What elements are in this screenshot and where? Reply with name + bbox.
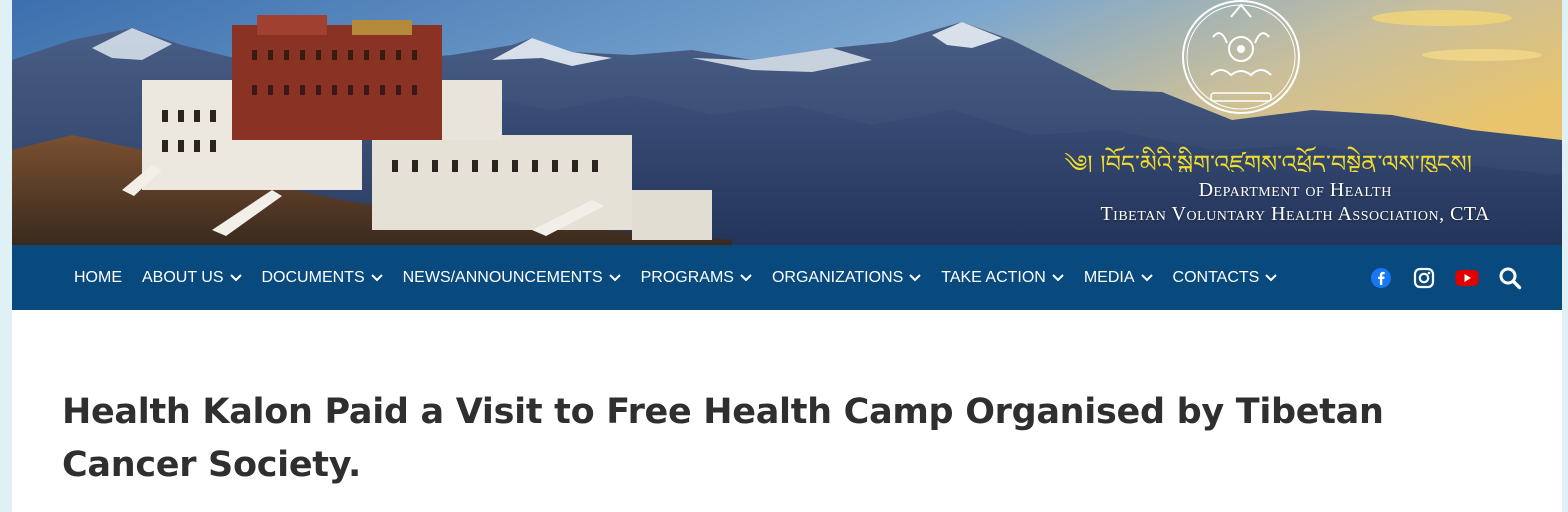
facebook-link[interactable] — [1369, 266, 1393, 290]
organization-line-1: Department of Health — [1198, 179, 1392, 201]
instagram-link[interactable] — [1412, 266, 1436, 290]
youtube-link[interactable] — [1455, 266, 1479, 290]
nav-item-label: ORGANIZATIONS — [771, 268, 904, 286]
chevron-down-icon — [1052, 273, 1064, 281]
nav-item-label: TAKE ACTION — [941, 268, 1046, 286]
nav-item-take-action[interactable]: TAKE ACTION — [941, 258, 1064, 298]
tibetan-department-name: ༄། །བོད་མིའི་སྒྲིག་འཛུགས་འཕྲོད་བསྟེན་ལས་… — [1064, 150, 1472, 172]
chevron-down-icon — [740, 273, 752, 281]
chevron-down-icon — [1140, 273, 1153, 281]
nav-menu: HOME ABOUT US DOCUMENTS NEWS/ANNOUNCEMEN… — [74, 258, 1297, 298]
chevron-down-icon — [608, 273, 621, 281]
youtube-icon — [1455, 269, 1479, 286]
facebook-icon — [1371, 267, 1391, 288]
nav-item-label: MEDIA — [1083, 268, 1135, 286]
chevron-down-icon — [909, 273, 921, 281]
search-button[interactable] — [1498, 266, 1522, 290]
nav-item-documents[interactable]: DOCUMENTS — [262, 258, 383, 298]
nav-item-contacts[interactable]: CONTACTS — [1173, 258, 1278, 298]
nav-item-news-announcements[interactable]: NEWS/ANNOUNCEMENTS — [403, 258, 621, 298]
main-navigation: HOME ABOUT US DOCUMENTS NEWS/ANNOUNCEMEN… — [12, 245, 1562, 310]
nav-item-programs[interactable]: PROGRAMS — [641, 258, 752, 298]
chevron-down-icon — [229, 273, 242, 281]
nav-item-label: CONTACTS — [1172, 268, 1260, 286]
nav-item-label: DOCUMENTS — [261, 268, 365, 286]
chevron-down-icon — [1265, 273, 1278, 281]
organization-line-2: Tibetan Voluntary Health Association, CT… — [1100, 203, 1490, 225]
page: ༄། །བོད་མིའི་སྒྲིག་འཛུགས་འཕྲོད་བསྟེན་ལས་… — [12, 0, 1562, 512]
chevron-down-icon — [370, 273, 383, 281]
nav-item-label: ABOUT US — [142, 268, 224, 286]
header-banner: ༄། །བོད་མིའི་སྒྲིག་འཛུགས་འཕྲོད་བསྟེན་ལས་… — [12, 0, 1562, 245]
search-icon — [1499, 267, 1522, 289]
nav-item-label: NEWS/ANNOUNCEMENTS — [402, 268, 603, 286]
nav-item-media[interactable]: MEDIA — [1084, 258, 1153, 298]
social-icons — [1350, 245, 1522, 310]
article-title: Health Kalon Paid a Visit to Free Health… — [62, 392, 1384, 485]
organization-name: Department of Health Tibetan Voluntary H… — [1100, 178, 1490, 226]
nav-item-about-us[interactable]: ABOUT US — [142, 258, 242, 298]
instagram-icon — [1413, 267, 1435, 288]
nav-item-organizations[interactable]: ORGANIZATIONS — [772, 258, 921, 298]
nav-item-label: PROGRAMS — [640, 268, 734, 286]
nav-item-label: HOME — [74, 268, 122, 286]
nav-item-home[interactable]: HOME — [74, 258, 122, 298]
